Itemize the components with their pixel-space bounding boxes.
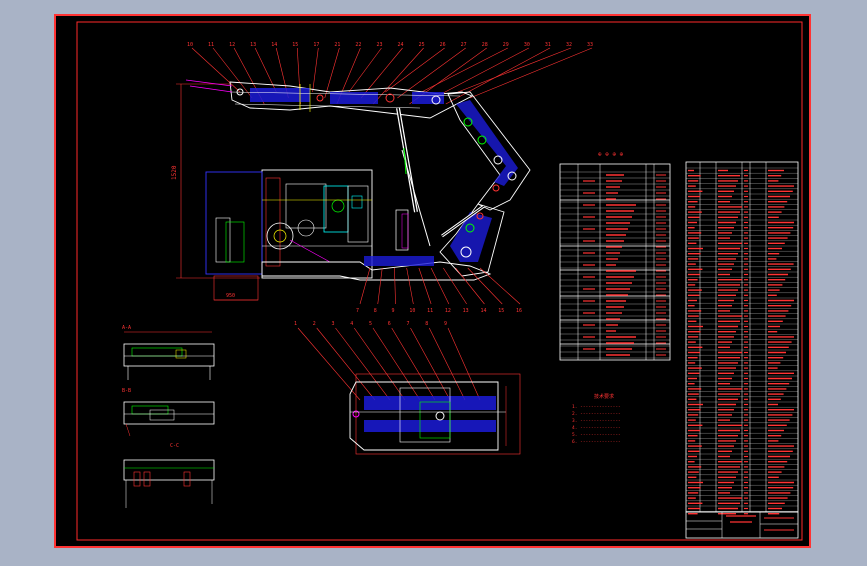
callout-label: 14: [480, 308, 486, 314]
note-line: 1. ---------------: [572, 404, 621, 410]
callout-label: 15: [292, 42, 298, 48]
cad-viewport: 10 11 12 13 14 15 17 21 22 23 24 25 26 27 28 29 30 31 32 33…: [0, 0, 867, 562]
note-line: 3. ---------------: [572, 418, 621, 424]
callout-label: 11: [208, 42, 214, 48]
callout-label: 12: [229, 42, 235, 48]
callout-label: 13: [463, 308, 469, 314]
width-dimension-label: 950: [226, 293, 235, 299]
height-dimension-label: 1520: [171, 165, 178, 180]
callout-label: 11: [427, 308, 433, 314]
callout-label: 17: [313, 42, 319, 48]
notes-title: 技术要求: [594, 393, 614, 400]
note-line: 5. ---------------: [572, 432, 621, 438]
callout-label: 14: [271, 42, 277, 48]
callout-label: 22: [355, 42, 361, 48]
callout-label: 33: [587, 42, 593, 48]
callout-label: 8: [425, 321, 428, 327]
callout-label: 6: [388, 321, 391, 327]
callout-label: 25: [419, 42, 425, 48]
callout-label: 9: [444, 321, 447, 327]
callout-label: 2: [313, 321, 316, 327]
callout-label: 27: [461, 42, 467, 48]
callout-label: 23: [376, 42, 382, 48]
callout-label: 12: [445, 308, 451, 314]
callout-label: 29: [503, 42, 509, 48]
note-line: 2. ---------------: [572, 411, 621, 417]
callout-label: 7: [407, 321, 410, 327]
callout-label: 3: [332, 321, 335, 327]
parameter-table-title: ⊕ ⊕ ⊕ ⊕: [598, 151, 624, 158]
callout-label: 10: [409, 308, 415, 314]
note-line: 6. ---------------: [572, 439, 621, 445]
callout-label: 9: [392, 308, 395, 314]
callout-label: 7: [356, 308, 359, 314]
svg-text:C-C: C-C: [170, 443, 179, 449]
callout-label: 13: [250, 42, 256, 48]
callout-label: 10: [187, 42, 193, 48]
callout-label: 16: [516, 308, 522, 314]
callout-label: 28: [482, 42, 488, 48]
svg-text:A-A: A-A: [122, 325, 131, 331]
callout-label: 26: [440, 42, 446, 48]
callout-label: 32: [566, 42, 572, 48]
callout-label: 5: [369, 321, 372, 327]
callout-label: 8: [374, 308, 377, 314]
callout-label: 4: [350, 321, 353, 327]
svg-text:B-B: B-B: [122, 388, 131, 394]
callout-label: 30: [524, 42, 530, 48]
callout-label: 1: [294, 321, 297, 327]
note-line: 4. ---------------: [572, 425, 621, 431]
callout-label: 15: [498, 308, 504, 314]
callout-label: 24: [398, 42, 404, 48]
callout-label: 31: [545, 42, 551, 48]
callout-label: 21: [334, 42, 340, 48]
